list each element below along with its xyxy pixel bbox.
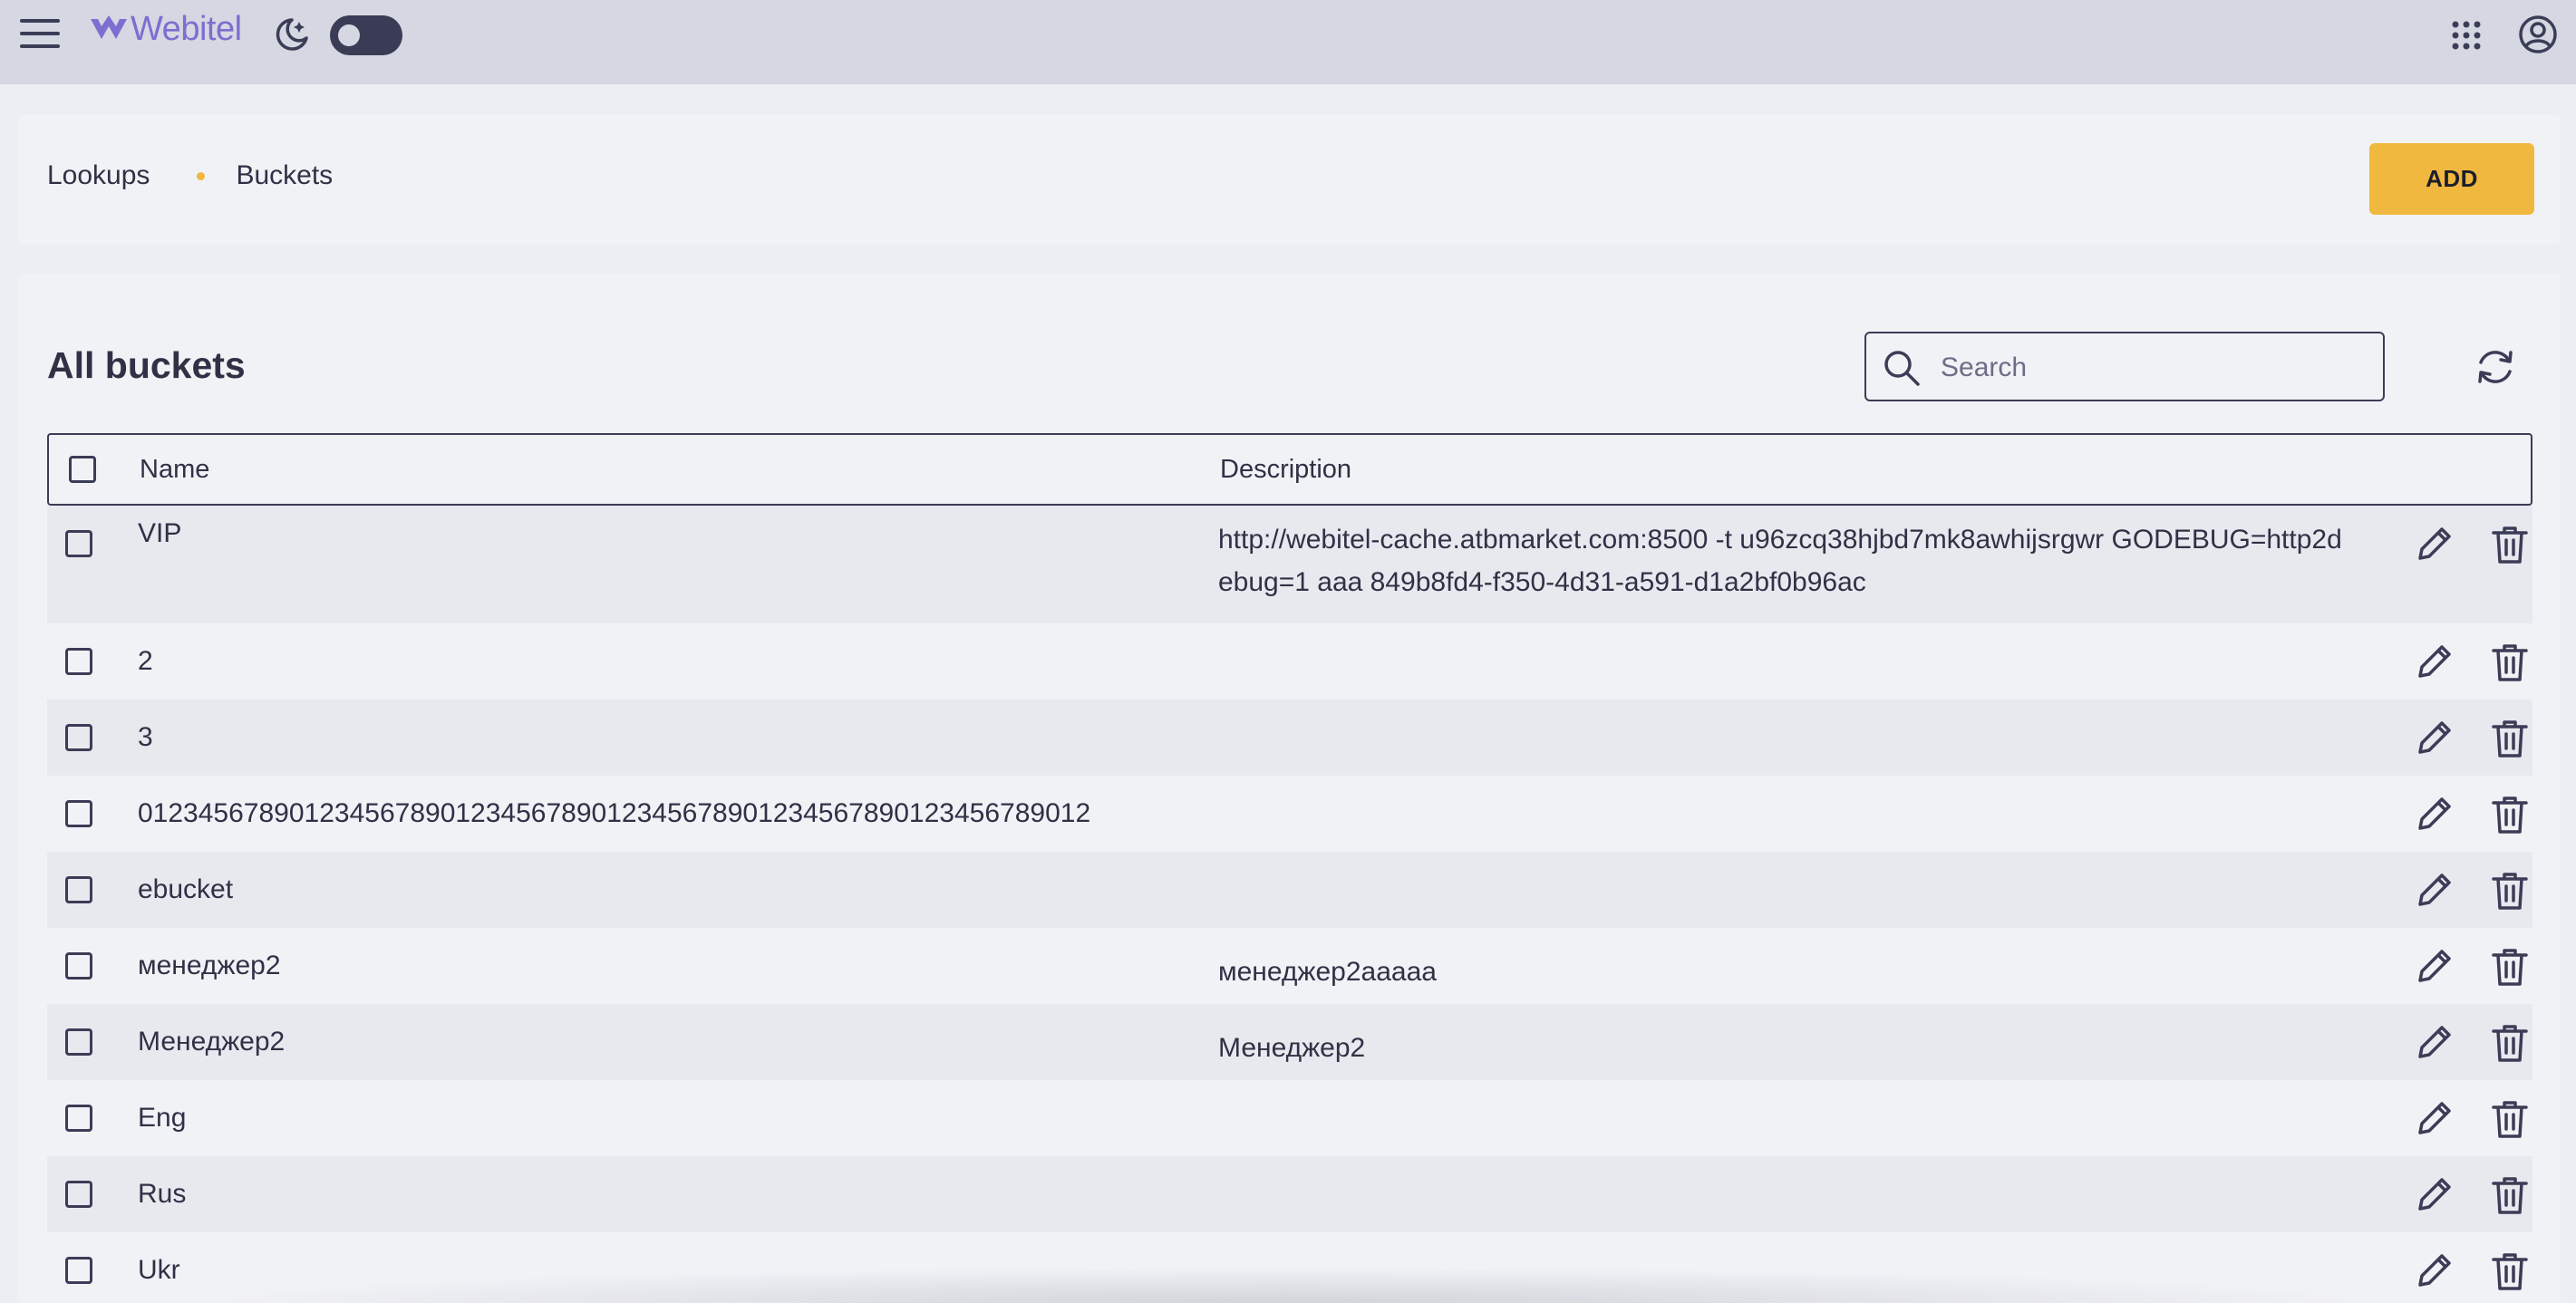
webitel-logo-icon (91, 15, 127, 39)
row-checkbox[interactable] (65, 876, 92, 903)
table-row: 0123456789012345678901234567890123456789… (47, 776, 2532, 852)
moon-icon (276, 18, 308, 51)
column-header-name[interactable]: Name (140, 455, 209, 485)
row-checkbox[interactable] (65, 800, 92, 827)
dark-mode-toggle[interactable] (330, 15, 402, 55)
breadcrumb: Lookups Buckets (47, 160, 333, 191)
page-title: All buckets (47, 344, 246, 386)
edit-icon[interactable] (2415, 1022, 2455, 1062)
breadcrumb-buckets: Buckets (236, 160, 334, 190)
row-checkbox[interactable] (65, 1105, 92, 1132)
row-checkbox[interactable] (65, 724, 92, 751)
row-checkbox[interactable] (65, 1181, 92, 1208)
edit-icon[interactable] (2415, 642, 2455, 681)
delete-icon[interactable] (2491, 946, 2529, 988)
cell-name: менеджер2 (138, 951, 281, 980)
toggle-knob (338, 24, 360, 46)
top-bar: Webitel (0, 0, 2576, 84)
cell-name: 2 (138, 646, 153, 676)
delete-icon[interactable] (2491, 870, 2529, 912)
edit-icon[interactable] (2415, 1250, 2455, 1290)
row-checkbox[interactable] (65, 530, 92, 557)
delete-icon[interactable] (2491, 1174, 2529, 1216)
cell-name: Ukr (138, 1255, 180, 1285)
search-input[interactable] (1939, 346, 2368, 390)
delete-icon[interactable] (2491, 1022, 2529, 1064)
breadcrumb-separator (197, 171, 206, 180)
column-header-description[interactable]: Description (1220, 455, 1351, 485)
delete-icon[interactable] (2491, 642, 2529, 683)
cell-name: Rus (138, 1179, 187, 1209)
edit-icon[interactable] (2415, 794, 2455, 834)
refresh-icon[interactable] (2473, 344, 2518, 390)
delete-icon[interactable] (2491, 524, 2529, 565)
delete-icon[interactable] (2491, 718, 2529, 759)
delete-icon[interactable] (2491, 1098, 2529, 1140)
hamburger-menu-icon[interactable] (20, 17, 60, 50)
edit-icon[interactable] (2415, 718, 2455, 758)
select-all-checkbox[interactable] (69, 456, 96, 483)
cell-name: VIP (138, 518, 182, 548)
edit-icon[interactable] (2415, 524, 2455, 564)
table-body: VIP http://webitel-cache.atbmarket.com:8… (47, 506, 2532, 1303)
row-checkbox[interactable] (65, 1028, 92, 1056)
cell-name: 3 (138, 722, 153, 752)
cell-description: менеджер2ааааа (1218, 957, 1437, 987)
table-row: 2 (47, 623, 2532, 700)
webitel-logo[interactable]: Webitel (89, 9, 242, 48)
delete-icon[interactable] (2491, 794, 2529, 835)
edit-icon[interactable] (2415, 946, 2455, 986)
table-row: Eng (47, 1080, 2532, 1156)
cell-name: ebucket (138, 874, 234, 904)
breadcrumb-lookups[interactable]: Lookups (47, 160, 150, 191)
add-button[interactable]: ADD (2369, 143, 2534, 215)
table-header: Name Description (47, 433, 2532, 506)
apps-grid-icon[interactable] (2451, 20, 2482, 51)
buckets-panel: All buckets Name Description VIP http://… (18, 274, 2561, 1303)
edit-icon[interactable] (2415, 1174, 2455, 1214)
cell-description: Менеджер2 (1218, 1033, 1366, 1063)
cell-name: 0123456789012345678901234567890123456789… (138, 798, 1091, 828)
table-row: 3 (47, 700, 2532, 776)
table-row: Менеджер2 Менеджер2 (47, 1004, 2532, 1080)
logo-text: Webitel (131, 9, 242, 48)
buckets-table: Name Description VIP http://webitel-cach… (47, 433, 2532, 1303)
row-checkbox[interactable] (65, 1257, 92, 1284)
row-checkbox[interactable] (65, 648, 92, 675)
search-icon (1884, 351, 1920, 386)
table-row: ebucket (47, 852, 2532, 928)
account-icon[interactable] (2518, 14, 2558, 54)
table-row: Rus (47, 1156, 2532, 1232)
cell-description: http://webitel-cache.atbmarket.com:8500 … (1218, 525, 2342, 597)
table-row: Ukr (47, 1232, 2532, 1303)
cell-name: Eng (138, 1103, 187, 1133)
table-row: менеджер2 менеджер2ааааа (47, 928, 2532, 1004)
row-checkbox[interactable] (65, 952, 92, 980)
delete-icon[interactable] (2491, 1250, 2529, 1292)
cell-name: Менеджер2 (138, 1027, 286, 1057)
page-header: Lookups Buckets ADD (18, 115, 2561, 245)
edit-icon[interactable] (2415, 870, 2455, 910)
search-field[interactable] (1864, 332, 2385, 401)
table-row: VIP http://webitel-cache.atbmarket.com:8… (47, 506, 2532, 623)
edit-icon[interactable] (2415, 1098, 2455, 1138)
